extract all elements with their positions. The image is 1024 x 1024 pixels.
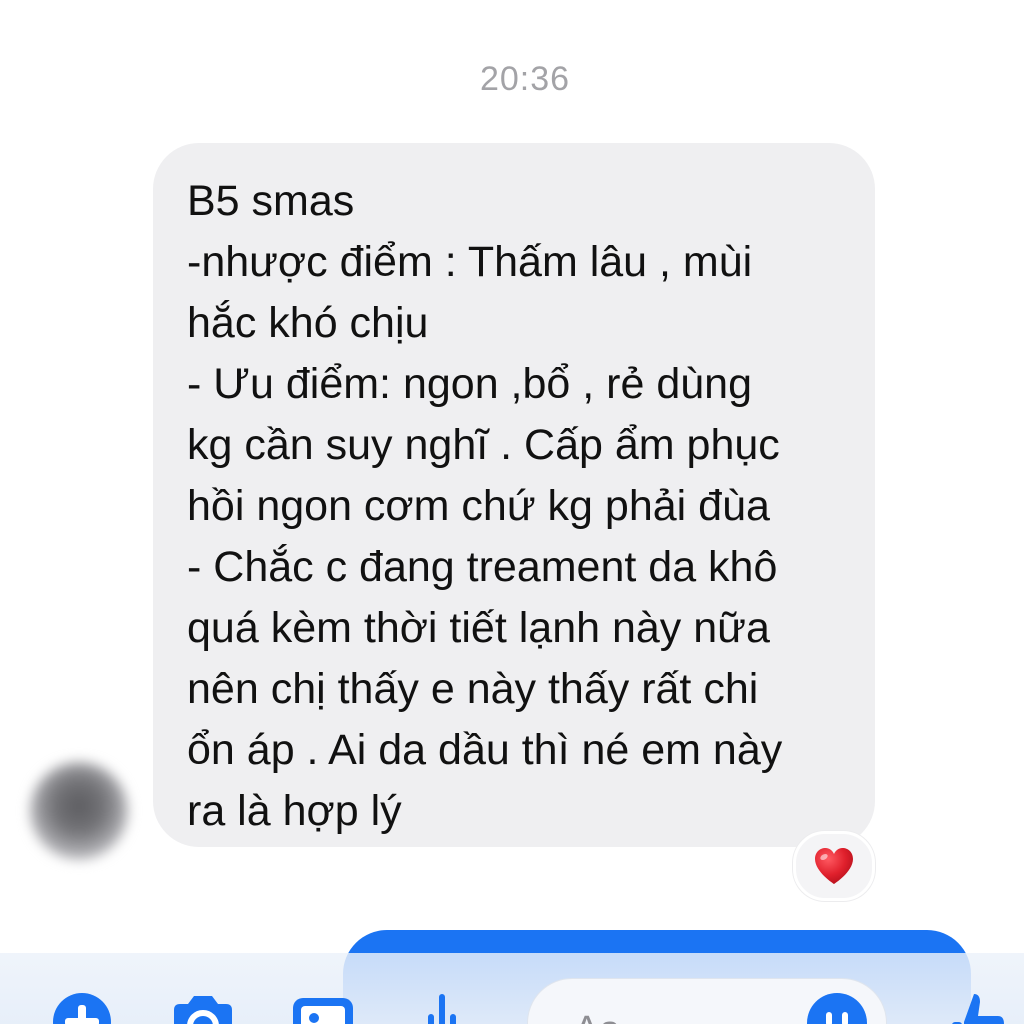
- message-line: hồi ngon cơm chứ kg phải đùa: [187, 482, 770, 530]
- heart-icon: [815, 848, 853, 884]
- message-line: kg cần suy nghĩ . Cấp ẩm phục: [187, 421, 780, 469]
- microphone-icon[interactable]: [420, 992, 464, 1024]
- thumbs-up-icon[interactable]: [950, 992, 1006, 1024]
- plus-icon[interactable]: [52, 992, 112, 1024]
- chat-screen: 20:36 B5 smas -nhược điểm : Thấm lâu , m…: [0, 0, 1024, 1024]
- incoming-message-bubble[interactable]: B5 smas -nhược điểm : Thấm lâu , mùi hắc…: [153, 143, 875, 847]
- avatar[interactable]: [30, 762, 128, 860]
- message-line: B5 smas: [187, 177, 355, 225]
- message-line: -nhược điểm : Thấm lâu , mùi: [187, 238, 753, 286]
- message-line: ra là hợp lý: [187, 787, 402, 835]
- message-line: ổn áp . Ai da dầu thì né em này: [187, 726, 783, 774]
- message-timestamp: 20:36: [479, 60, 571, 98]
- heart-reaction[interactable]: [793, 831, 875, 901]
- emoji-icon[interactable]: [806, 992, 868, 1024]
- message-line: - Ưu điểm: ngon ,bổ , rẻ dùng: [187, 360, 753, 408]
- message-line: quá kèm thời tiết lạnh này nữa: [187, 604, 770, 652]
- message-line: - Chắc c đang treament da khô: [187, 543, 778, 591]
- message-input-placeholder: Aa: [574, 1009, 620, 1024]
- message-line: nên chị thấy e này thấy rất chi: [187, 665, 759, 713]
- camera-icon[interactable]: [168, 992, 238, 1024]
- gallery-icon[interactable]: [290, 992, 356, 1024]
- message-line: hắc khó chịu: [187, 299, 429, 347]
